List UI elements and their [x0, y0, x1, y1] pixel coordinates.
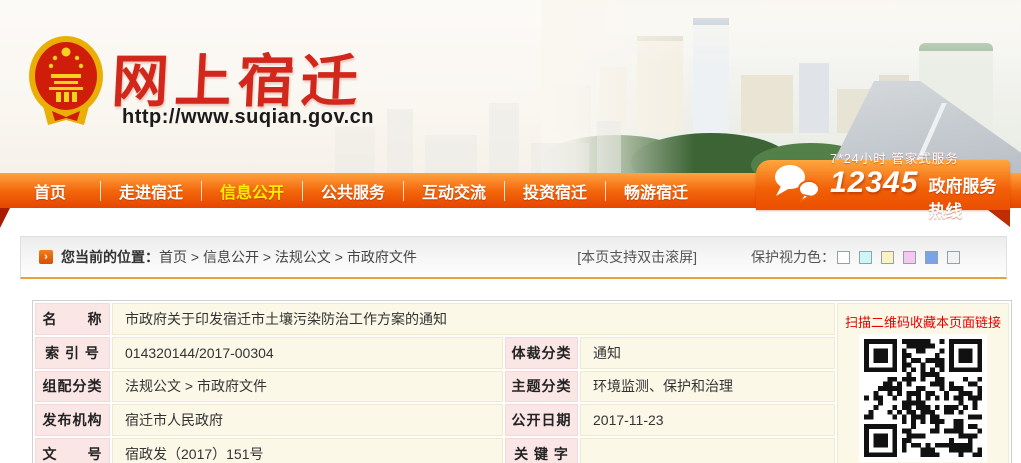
eye-color-swatches: [837, 251, 960, 264]
value-doc-number: 宿政发（2017）151号: [112, 438, 503, 463]
nav-item-tour-suqian[interactable]: 畅游宿迁: [606, 179, 706, 203]
document-metadata-table: 名 称 市政府关于印发宿迁市土壤污染防治工作方案的通知 扫描二维码收藏本页面链接…: [32, 300, 1012, 463]
breadcrumb-bar: 您当前的位置： 首页 > 信息公开 > 法规公文 > 市政府文件 [本页支持双击…: [20, 236, 1007, 279]
nav-item-home[interactable]: 首页: [0, 179, 100, 203]
hotline-service-hours: 7*24小时 管家式服务: [830, 148, 1010, 167]
value-name: 市政府关于印发宿迁市土壤污染防治工作方案的通知: [112, 303, 835, 335]
label-publish-date: 公开日期: [505, 404, 578, 436]
qr-code: [859, 334, 987, 462]
label-keyword: 关 键 字: [505, 438, 578, 463]
national-emblem-icon: [26, 32, 106, 133]
value-genre: 通知: [580, 337, 835, 369]
nav-item-public-services[interactable]: 公共服务: [303, 179, 403, 203]
label-publisher: 发布机构: [35, 404, 110, 436]
breadcrumb-prefix: 您当前的位置：: [61, 247, 159, 267]
value-publish-date: 2017-11-23: [580, 404, 835, 436]
eye-color-swatch[interactable]: [947, 251, 960, 264]
chat-bubbles-icon: [770, 162, 824, 209]
eye-color-swatch[interactable]: [837, 251, 850, 264]
hotline-number: 12345: [830, 168, 918, 198]
hotline-banner[interactable]: 7*24小时 管家式服务 12345 政府服务热线: [756, 160, 1010, 210]
eye-color-swatch[interactable]: [881, 251, 894, 264]
value-publisher: 宿迁市人民政府: [112, 404, 503, 436]
nav-item-invest-suqian[interactable]: 投资宿迁: [505, 179, 605, 203]
eye-color-swatch[interactable]: [925, 251, 938, 264]
hotline-label: 政府服务热线: [928, 172, 1010, 222]
label-topic: 主题分类: [505, 371, 578, 403]
label-genre: 体裁分类: [505, 337, 578, 369]
value-index-number: 014320144/2017-00304: [112, 337, 503, 369]
nav-item-interaction[interactable]: 互动交流: [404, 179, 504, 203]
value-keyword: [580, 438, 835, 463]
label-category: 组配分类: [35, 371, 110, 403]
breadcrumb-arrow-icon: [39, 250, 53, 264]
eye-protect-label: 保护视力色：: [751, 247, 835, 267]
eye-color-swatch[interactable]: [903, 251, 916, 264]
value-topic: 环境监测、保护和治理: [580, 371, 835, 403]
table-row: 名 称 市政府关于印发宿迁市土壤污染防治工作方案的通知 扫描二维码收藏本页面链接: [35, 303, 1009, 335]
breadcrumb-path[interactable]: 首页 > 信息公开 > 法规公文 > 市政府文件: [159, 247, 417, 267]
nav-item-about-suqian[interactable]: 走进宿迁: [101, 179, 201, 203]
eye-color-swatch[interactable]: [859, 251, 872, 264]
label-index-number: 索 引 号: [35, 337, 110, 369]
page: 网上宿迁 http://www.suqian.gov.cn 首页 走进宿迁 信息…: [0, 0, 1021, 463]
qr-caption: 扫描二维码收藏本页面链接: [838, 312, 1008, 331]
label-name: 名 称: [35, 303, 110, 335]
double-click-scroll-tip: [本页支持双击滚屏]: [577, 247, 697, 267]
qr-panel: 扫描二维码收藏本页面链接: [837, 303, 1009, 463]
site-url[interactable]: http://www.suqian.gov.cn: [122, 106, 374, 129]
label-doc-number: 文 号: [35, 438, 110, 463]
skyline-watermark: [335, 86, 635, 173]
nav-left-fold: [0, 208, 10, 228]
value-category: 法规公文 > 市政府文件: [112, 371, 503, 403]
nav-item-info-disclosure[interactable]: 信息公开: [202, 179, 302, 203]
